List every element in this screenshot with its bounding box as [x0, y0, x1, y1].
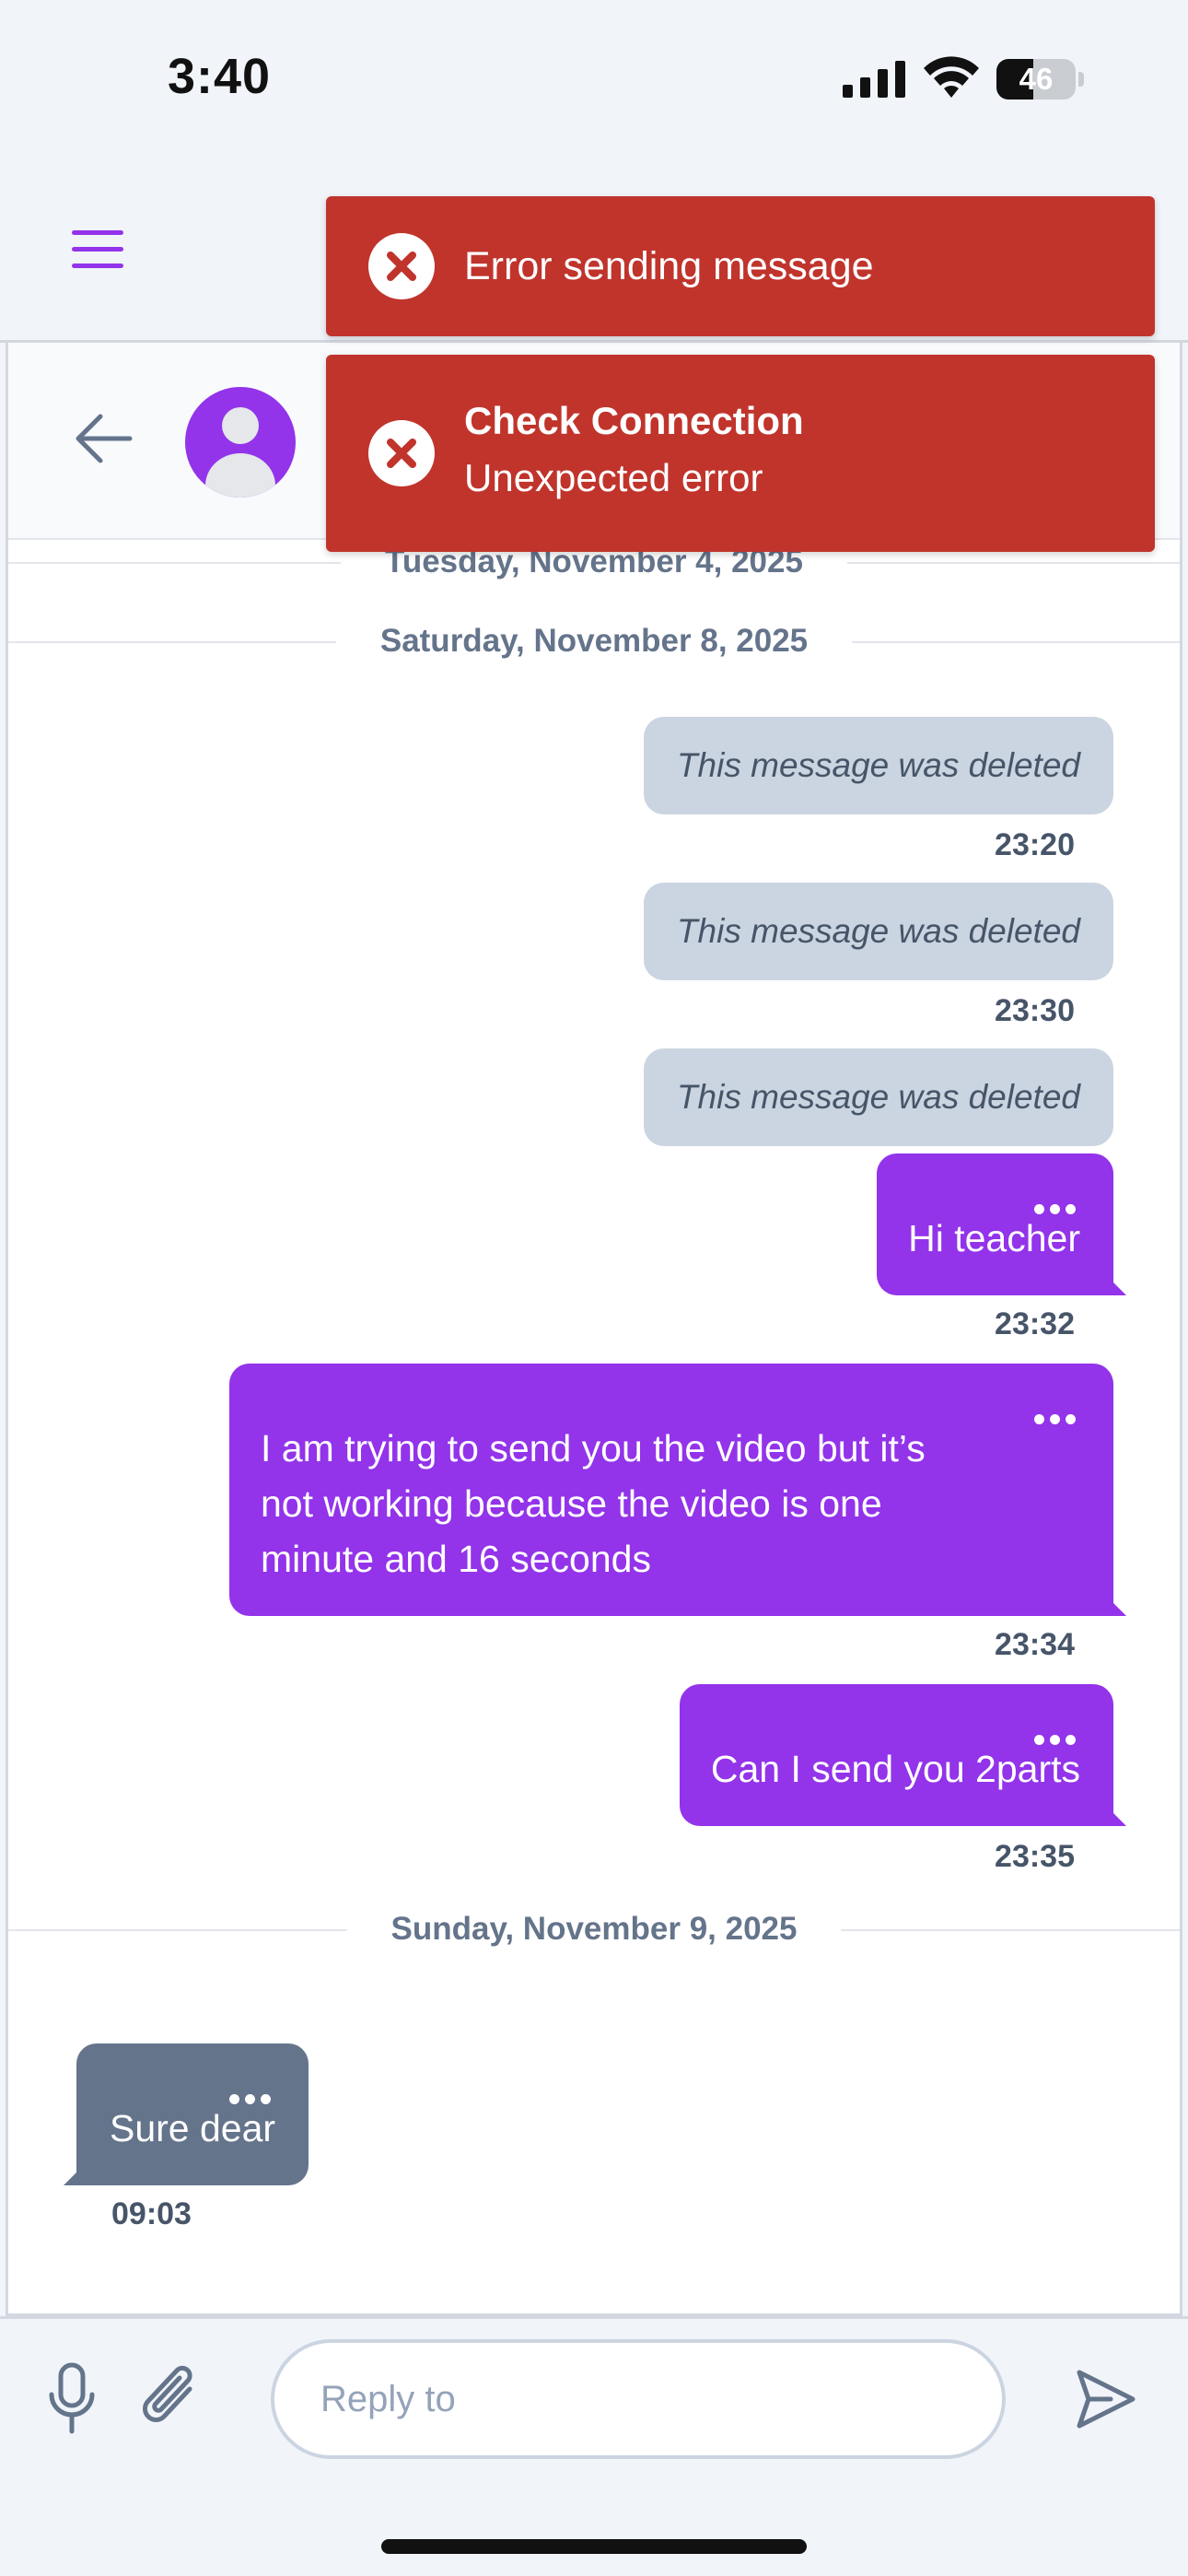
reply-input[interactable] — [271, 2339, 1006, 2459]
message-time: 23:34 — [995, 1627, 1075, 1662]
status-bar: 3:40 46 — [0, 0, 1188, 162]
error-toast[interactable]: Check Connection Unexpected error — [326, 355, 1155, 552]
message-time: 23:35 — [995, 1839, 1075, 1874]
battery-level: 46 — [1019, 62, 1054, 96]
message-composer — [0, 2316, 1188, 2484]
ellipsis-icon[interactable] — [1034, 1174, 1082, 1214]
paperclip-icon[interactable] — [138, 2361, 203, 2435]
date-separator: Sunday, November 9, 2025 — [8, 1911, 1180, 1948]
home-indicator[interactable] — [381, 2539, 807, 2554]
error-toast[interactable]: Error sending message — [326, 196, 1155, 336]
user-avatar-icon[interactable] — [185, 387, 296, 498]
incoming-message-bubble[interactable]: Sure dear — [63, 2043, 309, 2185]
date-separator: Saturday, November 8, 2025 — [8, 623, 1180, 660]
status-time: 3:40 — [168, 49, 272, 104]
send-icon[interactable] — [1074, 2367, 1138, 2431]
message-time: 09:03 — [111, 2196, 192, 2231]
arrow-left-icon[interactable] — [75, 413, 134, 464]
toast-title: Check Connection — [464, 399, 804, 442]
deleted-message-bubble[interactable]: This message was deleted — [643, 1048, 1113, 1146]
message-time: 23:32 — [995, 1306, 1075, 1341]
toast-message: Error sending message — [464, 244, 874, 288]
microphone-icon[interactable] — [48, 2361, 96, 2435]
outgoing-message-bubble[interactable]: Hi teacher — [877, 1153, 1126, 1295]
chat-panel: Tuesday, November 4, 2025 Saturday, Nove… — [6, 343, 1182, 2316]
wifi-icon — [924, 56, 979, 98]
message-time: 23:20 — [995, 827, 1075, 862]
battery-icon: 46 — [996, 59, 1085, 100]
error-x-icon — [368, 233, 435, 299]
message-list[interactable]: Tuesday, November 4, 2025 Saturday, Nove… — [8, 540, 1180, 2316]
outgoing-message-bubble[interactable]: Can I send you 2parts — [679, 1684, 1127, 1826]
outgoing-message-bubble[interactable]: I am trying to send you the video but it… — [229, 1364, 1126, 1616]
deleted-message-bubble[interactable]: This message was deleted — [643, 717, 1113, 814]
error-x-icon — [368, 420, 435, 486]
cellular-signal-icon — [843, 61, 905, 98]
ellipsis-icon[interactable] — [1034, 1384, 1082, 1424]
toast-message: Unexpected error — [464, 456, 763, 499]
hamburger-menu-icon[interactable] — [72, 230, 123, 271]
ellipsis-icon[interactable] — [229, 2064, 277, 2104]
message-time: 23:30 — [995, 993, 1075, 1028]
ellipsis-icon[interactable] — [1034, 1704, 1082, 1745]
deleted-message-bubble[interactable]: This message was deleted — [643, 883, 1113, 980]
